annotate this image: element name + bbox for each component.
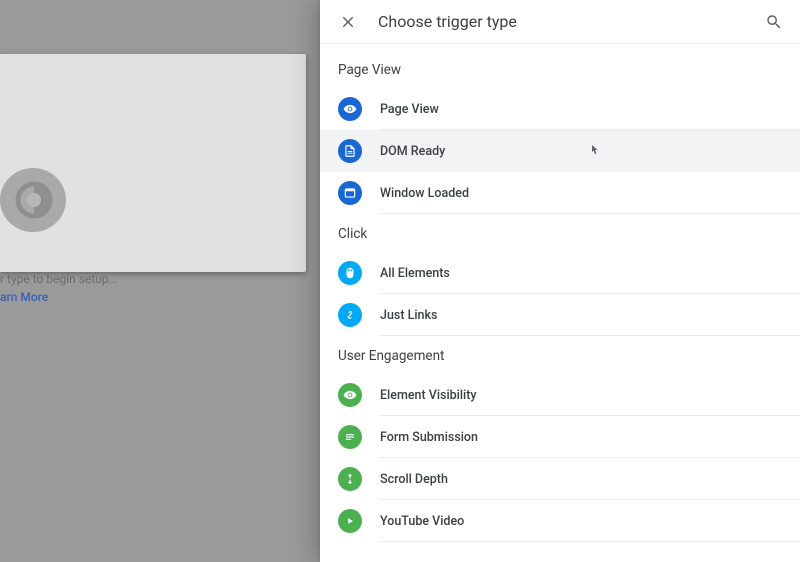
close-icon: [339, 13, 357, 31]
trigger-option-label: All Elements: [380, 266, 450, 281]
trigger-option-scroll-depth[interactable]: Scroll Depth: [338, 458, 800, 500]
eye-icon: [338, 383, 362, 407]
trigger-option-label: Just Links: [380, 308, 437, 323]
trigger-option-label: YouTube Video: [380, 514, 464, 529]
trigger-placeholder-circle: [0, 168, 66, 232]
trigger-option-just-links[interactable]: Just Links: [338, 294, 800, 336]
trigger-option-window-loaded[interactable]: Window Loaded: [338, 172, 800, 214]
cursor-pointer-icon: [588, 144, 600, 158]
group-title-page-view: Page View: [338, 62, 800, 78]
trigger-placeholder-icon: [10, 176, 58, 224]
trigger-option-label: Form Submission: [380, 430, 478, 445]
row-divider: [380, 335, 800, 336]
trigger-option-element-visibility[interactable]: Element Visibility: [338, 374, 800, 416]
panel-title: Choose trigger type: [378, 12, 517, 31]
trigger-option-label: Element Visibility: [380, 388, 477, 403]
learn-more-link-partial[interactable]: arn More: [0, 290, 48, 304]
group-title-user-engagement: User Engagement: [338, 348, 800, 364]
panel-body: Page View Page View DOM Ready Window Loa…: [320, 44, 800, 562]
trigger-option-label: Scroll Depth: [380, 472, 448, 487]
row-divider: [380, 541, 800, 542]
trigger-option-all-elements[interactable]: All Elements: [338, 252, 800, 294]
scroll-depth-icon: [338, 467, 362, 491]
row-divider: [380, 213, 800, 214]
play-icon: [338, 509, 362, 533]
trigger-option-label: Window Loaded: [380, 186, 469, 201]
trigger-option-dom-ready[interactable]: DOM Ready: [320, 130, 800, 172]
trigger-setup-hint: r type to begin setup...: [0, 272, 118, 286]
trigger-option-label: Page View: [380, 102, 439, 117]
choose-trigger-type-panel: Choose trigger type Page View Page View …: [320, 0, 800, 562]
eye-icon: [338, 97, 362, 121]
close-button[interactable]: [336, 10, 360, 34]
panel-header: Choose trigger type: [320, 0, 800, 44]
group-title-click: Click: [338, 226, 800, 242]
form-icon: [338, 425, 362, 449]
search-button[interactable]: [762, 10, 786, 34]
trigger-config-card-dimmed: r type to begin setup... arn More: [0, 54, 306, 272]
trigger-option-form-submission[interactable]: Form Submission: [338, 416, 800, 458]
trigger-option-page-view[interactable]: Page View: [338, 88, 800, 130]
trigger-option-youtube-video[interactable]: YouTube Video: [338, 500, 800, 542]
link-icon: [338, 303, 362, 327]
search-icon: [765, 13, 783, 31]
trigger-option-label: DOM Ready: [380, 144, 445, 159]
window-icon: [338, 181, 362, 205]
mouse-icon: [338, 261, 362, 285]
document-icon: [338, 139, 362, 163]
